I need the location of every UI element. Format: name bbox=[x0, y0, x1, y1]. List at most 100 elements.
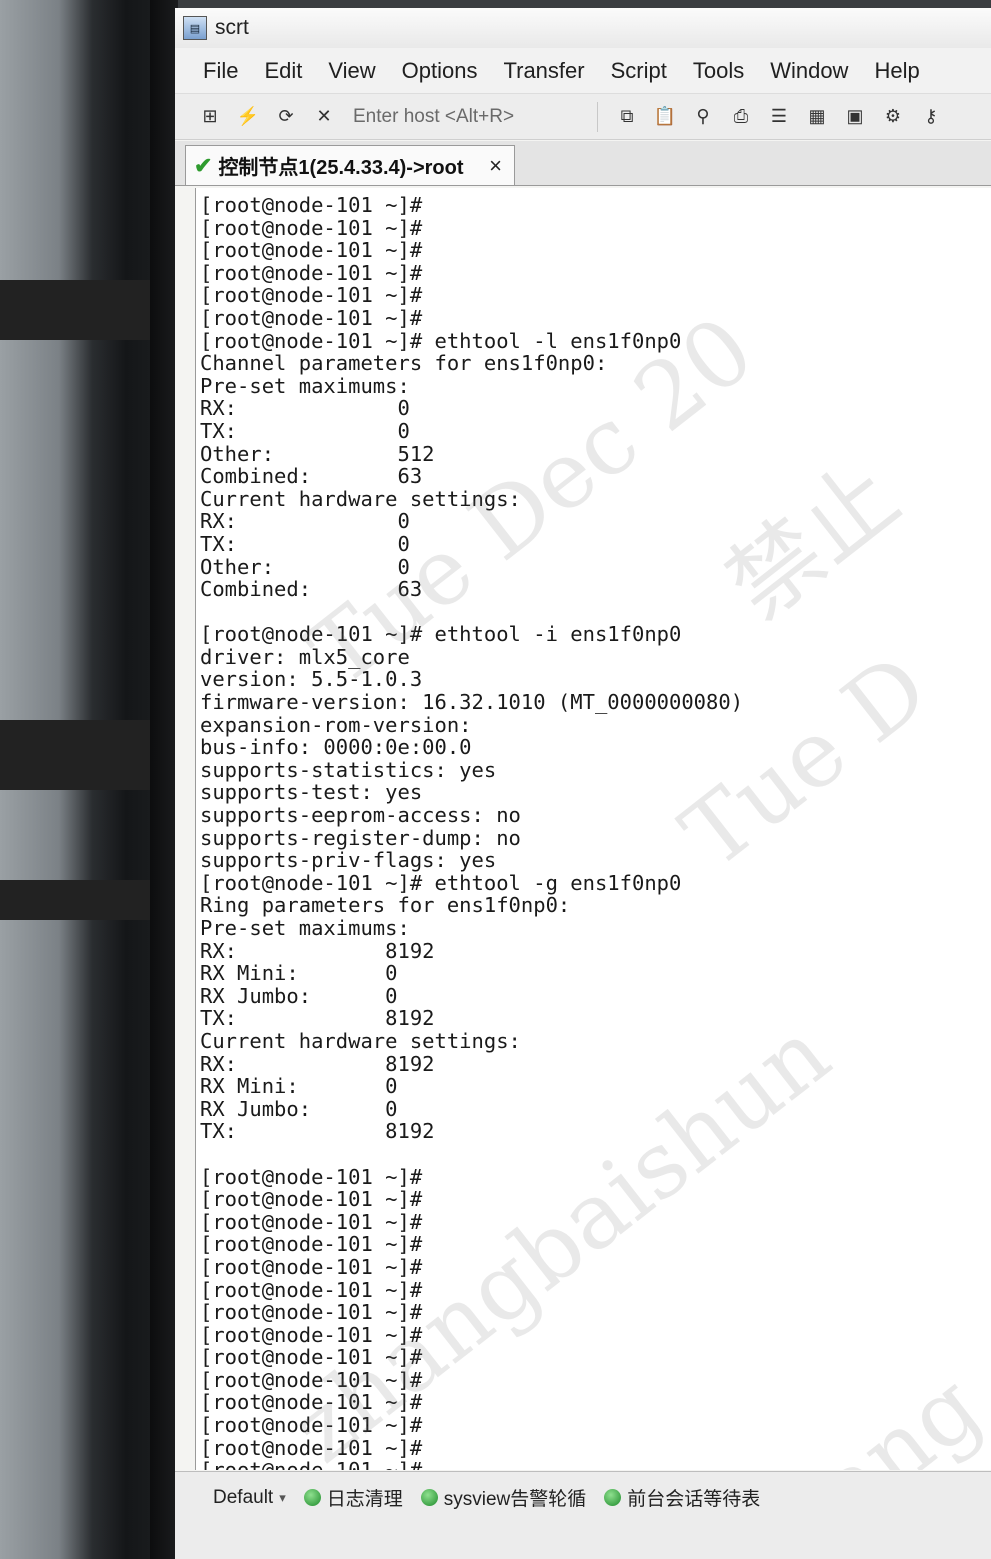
terminal-line: supports-register-dump: no bbox=[200, 825, 521, 850]
menu-edit[interactable]: Edit bbox=[264, 58, 302, 84]
terminal-line: [root@node-101 ~]# bbox=[200, 260, 423, 285]
terminal-line: RX: 0 bbox=[200, 509, 410, 534]
terminal-line: [root@node-101 ~]# bbox=[200, 1345, 423, 1370]
terminal-lines: [root@node-101 ~]# [root@node-101 ~]# [roo… bbox=[196, 188, 991, 1470]
print-icon[interactable]: ⎙ bbox=[726, 103, 756, 131]
find-icon[interactable]: ⚲ bbox=[688, 103, 718, 131]
menu-file[interactable]: File bbox=[203, 58, 238, 84]
terminal-line: [root@node-101 ~]# bbox=[200, 1164, 423, 1189]
terminal-output[interactable]: [root@node-101 ~]# [root@node-101 ~]# [roo… bbox=[195, 188, 991, 1470]
session-tab-strip: ✔ 控制节点1(25.4.33.4)->root × bbox=[175, 141, 991, 186]
terminal-line: [root@node-101 ~]# bbox=[200, 1232, 423, 1257]
copy-icon[interactable]: ⧉ bbox=[612, 103, 642, 131]
terminal-line: [root@node-101 ~]# bbox=[200, 1322, 423, 1347]
quick-connect-icon[interactable]: ⚡ bbox=[233, 103, 263, 131]
toolbar: ⊞ ⚡ ⟳ ✕ ⧉ 📋 ⚲ ⎙ ☰ ▦ ▣ ⚙ ⚷ bbox=[175, 94, 991, 140]
terminal-line: [root@node-101 ~]# bbox=[200, 193, 423, 217]
terminal-line: TX: 0 bbox=[200, 531, 410, 556]
terminal-line: version: 5.5-1.0.3 bbox=[200, 667, 423, 692]
terminal-line: TX: 8192 bbox=[200, 1119, 435, 1144]
terminal-line: Current hardware settings: bbox=[200, 1028, 521, 1053]
tab-close-icon[interactable]: × bbox=[489, 153, 502, 179]
terminal-line: supports-statistics: yes bbox=[200, 757, 497, 782]
terminal-line: [root@node-101 ~]# bbox=[200, 1254, 423, 1279]
app-icon: ▤ bbox=[183, 16, 207, 40]
monitor-bezel bbox=[150, 0, 178, 1559]
button-bar-label: 前台会话等待表 bbox=[627, 1489, 761, 1510]
terminal-line: [root@node-101 ~]# bbox=[200, 1187, 423, 1212]
connected-check-icon: ✔ bbox=[194, 152, 213, 178]
terminal-line: Combined: 63 bbox=[200, 577, 423, 602]
securecrt-window: ▤ scrt File Edit View Options Transfer S… bbox=[175, 8, 991, 1559]
background-shelf bbox=[0, 880, 150, 920]
terminal-line: supports-test: yes bbox=[200, 780, 423, 805]
terminal-line: [root@node-101 ~]# bbox=[200, 283, 423, 308]
terminal-line: expansion-rom-version: bbox=[200, 712, 472, 737]
enter-host-input[interactable] bbox=[351, 100, 585, 133]
terminal-line: [root@node-101 ~]# bbox=[200, 1390, 423, 1415]
paste-icon[interactable]: 📋 bbox=[650, 103, 680, 131]
terminal-line: Pre-set maximums: bbox=[200, 373, 410, 398]
print-setup-icon[interactable]: ☰ bbox=[764, 103, 794, 131]
background-shelf bbox=[0, 720, 150, 790]
button-bar-item[interactable]: 前台会话等待表 bbox=[604, 1484, 760, 1511]
keymap-icon[interactable]: ⚷ bbox=[916, 103, 946, 131]
menu-transfer[interactable]: Transfer bbox=[504, 58, 585, 84]
terminal-line: RX: 8192 bbox=[200, 1051, 435, 1076]
terminal-line: RX Mini: 0 bbox=[200, 1074, 398, 1099]
global-options-icon[interactable]: ⚙ bbox=[878, 103, 908, 131]
terminal-line: [root@node-101 ~]# ethtool -i ens1f0np0 bbox=[200, 622, 682, 647]
connect-icon[interactable]: ⊞ bbox=[195, 103, 225, 131]
menu-script[interactable]: Script bbox=[611, 58, 667, 84]
default-label: Default bbox=[213, 1486, 274, 1508]
terminal-line: [root@node-101 ~]# bbox=[200, 1209, 423, 1234]
chevron-down-icon: ▾ bbox=[279, 1489, 286, 1505]
terminal-line: supports-priv-flags: yes bbox=[200, 848, 497, 873]
terminal-line: Ring parameters for ens1f0np0: bbox=[200, 893, 571, 918]
terminal-line: Current hardware settings: bbox=[200, 486, 521, 511]
terminal-line: [root@node-101 ~]# bbox=[200, 1435, 423, 1460]
terminal-line: RX Mini: 0 bbox=[200, 961, 398, 986]
disconnect-icon[interactable]: ✕ bbox=[309, 103, 339, 131]
menu-tools[interactable]: Tools bbox=[693, 58, 744, 84]
terminal-line: Pre-set maximums: bbox=[200, 916, 410, 940]
status-bar: Default ▾ 日志清理 sysview告警轮循 前台会话等待表 bbox=[175, 1471, 991, 1559]
terminal-line: [root@node-101 ~]# ethtool -l ens1f0np0 bbox=[200, 328, 682, 353]
session-tab-label: 控制节点1(25.4.33.4)->root bbox=[218, 157, 464, 179]
terminal-line: [root@node-101 ~]# bbox=[200, 215, 423, 240]
button-bar-item[interactable]: sysview告警轮循 bbox=[420, 1484, 587, 1511]
terminal-line: [root@node-101 ~]# ethtool -g ens1f0np0 bbox=[200, 870, 682, 895]
globe-icon bbox=[420, 1489, 438, 1506]
terminal-line: [root@node-101 ~]# bbox=[200, 1277, 423, 1302]
terminal-line: supports-eeprom-access: no bbox=[200, 803, 521, 828]
menu-window[interactable]: Window bbox=[770, 58, 848, 84]
terminal-line: [root@node-101 ~]# bbox=[200, 305, 423, 330]
terminal-line: [root@node-101 ~]# bbox=[200, 1367, 423, 1392]
menu-view[interactable]: View bbox=[328, 58, 375, 84]
menu-bar: File Edit View Options Transfer Script T… bbox=[175, 48, 991, 94]
globe-icon bbox=[303, 1489, 321, 1506]
session-tab[interactable]: ✔ 控制节点1(25.4.33.4)->root × bbox=[185, 145, 515, 185]
terminal-line: Channel parameters for ens1f0np0: bbox=[200, 351, 608, 376]
button-bar-label: sysview告警轮循 bbox=[443, 1489, 587, 1510]
terminal-line: TX: 8192 bbox=[200, 1006, 435, 1031]
terminal-line: [root@node-101 ~]# bbox=[200, 1300, 423, 1325]
log-icon[interactable]: ▦ bbox=[802, 103, 832, 131]
terminal-line: RX: 0 bbox=[200, 396, 410, 421]
button-bar-item[interactable]: 日志清理 bbox=[303, 1484, 403, 1511]
terminal-line: Other: 512 bbox=[200, 441, 435, 466]
background-shelf bbox=[0, 280, 150, 340]
session-options-icon[interactable]: ▣ bbox=[840, 103, 870, 131]
reconnect-icon[interactable]: ⟳ bbox=[271, 103, 301, 131]
default-session-selector[interactable]: Default ▾ bbox=[213, 1487, 286, 1509]
window-title: scrt bbox=[215, 16, 249, 39]
terminal-line: bus-info: 0000:0e:00.0 bbox=[200, 735, 472, 760]
button-bar-label: 日志清理 bbox=[326, 1489, 403, 1510]
terminal-line: RX: 8192 bbox=[200, 938, 435, 963]
terminal-line: RX Jumbo: 0 bbox=[200, 1096, 398, 1121]
terminal-line: TX: 0 bbox=[200, 418, 410, 443]
terminal-line: Other: 0 bbox=[200, 554, 410, 579]
menu-help[interactable]: Help bbox=[874, 58, 919, 84]
menu-options[interactable]: Options bbox=[402, 58, 478, 84]
